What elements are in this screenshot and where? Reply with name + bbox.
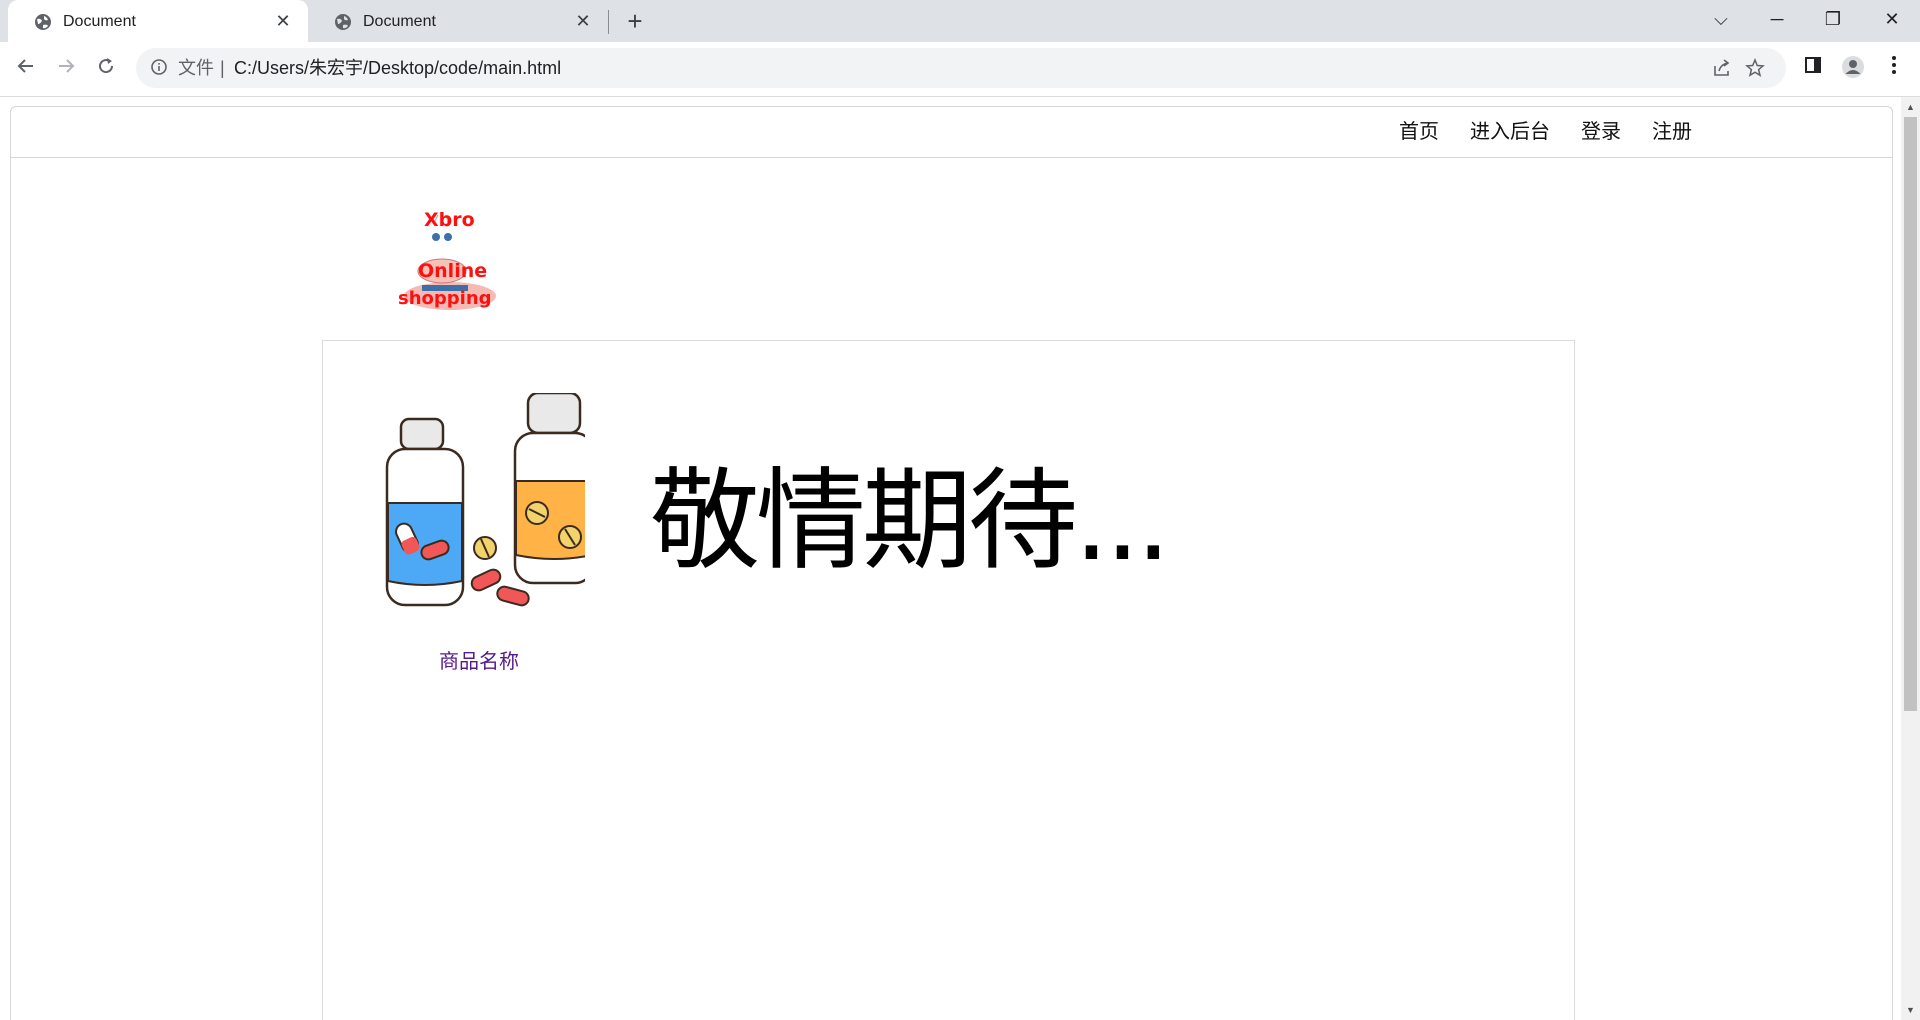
reload-button[interactable] (92, 55, 120, 83)
top-navbar: 首页 进入后台 登录 注册 (11, 107, 1892, 158)
tab-document[interactable]: Document ✕ (308, 0, 608, 42)
arrow-right-icon (59, 59, 75, 73)
tab-separator (608, 10, 609, 34)
star-icon[interactable] (1744, 57, 1766, 79)
tab-close-icon[interactable]: ✕ (572, 10, 594, 32)
product-name-link[interactable]: 商品名称 (439, 650, 519, 674)
address-url[interactable]: C:/Users/朱宏宇/Desktop/code/main.html (234, 58, 561, 78)
site-logo[interactable]: Xbro Online shopping (386, 193, 504, 315)
browser-toolbar: 文件 | C:/Users/朱宏宇/Desktop/code/main.html (0, 42, 1920, 97)
reload-icon (99, 58, 114, 74)
coming-soon-heading: 敬情期待... (650, 457, 1171, 585)
address-separator: | (220, 58, 225, 78)
menu-button[interactable] (1880, 55, 1908, 83)
tab-title: Document (363, 13, 436, 30)
arrow-left-icon (17, 59, 33, 73)
tab-close-icon[interactable]: ✕ (272, 10, 294, 32)
page-viewport: 首页 进入后台 登录 注册 Xbro Online shopping 敬情期待.… (0, 97, 1901, 1020)
tab-strip: Document ✕ Document ✕ + ⌵ ─ ❐ ✕ (0, 0, 1920, 42)
tab-document-active[interactable]: Document ✕ (8, 0, 308, 42)
window-close-button[interactable]: ✕ (1864, 0, 1920, 42)
restore-button[interactable]: ❐ (1805, 0, 1861, 42)
minimize-button[interactable]: ─ (1749, 0, 1805, 42)
kebab-menu-icon (1892, 56, 1896, 74)
side-panel-icon (1805, 57, 1821, 73)
nav-home-link[interactable]: 首页 (1399, 120, 1439, 144)
scroll-down-arrow-icon[interactable]: ▼ (1901, 1002, 1920, 1018)
info-icon[interactable] (150, 58, 168, 76)
side-panel-button[interactable] (1799, 55, 1827, 83)
globe-icon (35, 14, 51, 30)
back-button[interactable] (12, 55, 40, 83)
globe-icon (335, 14, 351, 30)
scrollbar-thumb[interactable] (1904, 117, 1917, 711)
page-scrollbar[interactable]: ▲ ▼ (1901, 97, 1920, 1020)
logo-line-3: shopping (398, 288, 492, 309)
avatar-icon (1842, 56, 1864, 78)
tab-title: Document (63, 13, 136, 30)
logo-line-2: Online (418, 260, 487, 282)
scroll-up-arrow-icon[interactable]: ▲ (1901, 99, 1920, 115)
tab-search-button[interactable]: ⌵ (1693, 0, 1749, 42)
share-icon[interactable] (1711, 57, 1733, 79)
file-scheme-label: 文件 (178, 58, 214, 78)
profile-button[interactable] (1839, 55, 1867, 83)
medicine-bottles-image[interactable] (385, 393, 585, 615)
address-bar[interactable]: 文件 | C:/Users/朱宏宇/Desktop/code/main.html (136, 48, 1786, 88)
nav-admin-link[interactable]: 进入后台 (1470, 120, 1550, 144)
new-tab-button[interactable]: + (621, 8, 649, 36)
logo-line-1: Xbro (424, 209, 475, 231)
nav-login-link[interactable]: 登录 (1581, 120, 1621, 144)
product-card: 敬情期待... 商品名称 (322, 340, 1575, 1020)
forward-button[interactable] (52, 55, 80, 83)
nav-register-link[interactable]: 注册 (1652, 120, 1692, 144)
